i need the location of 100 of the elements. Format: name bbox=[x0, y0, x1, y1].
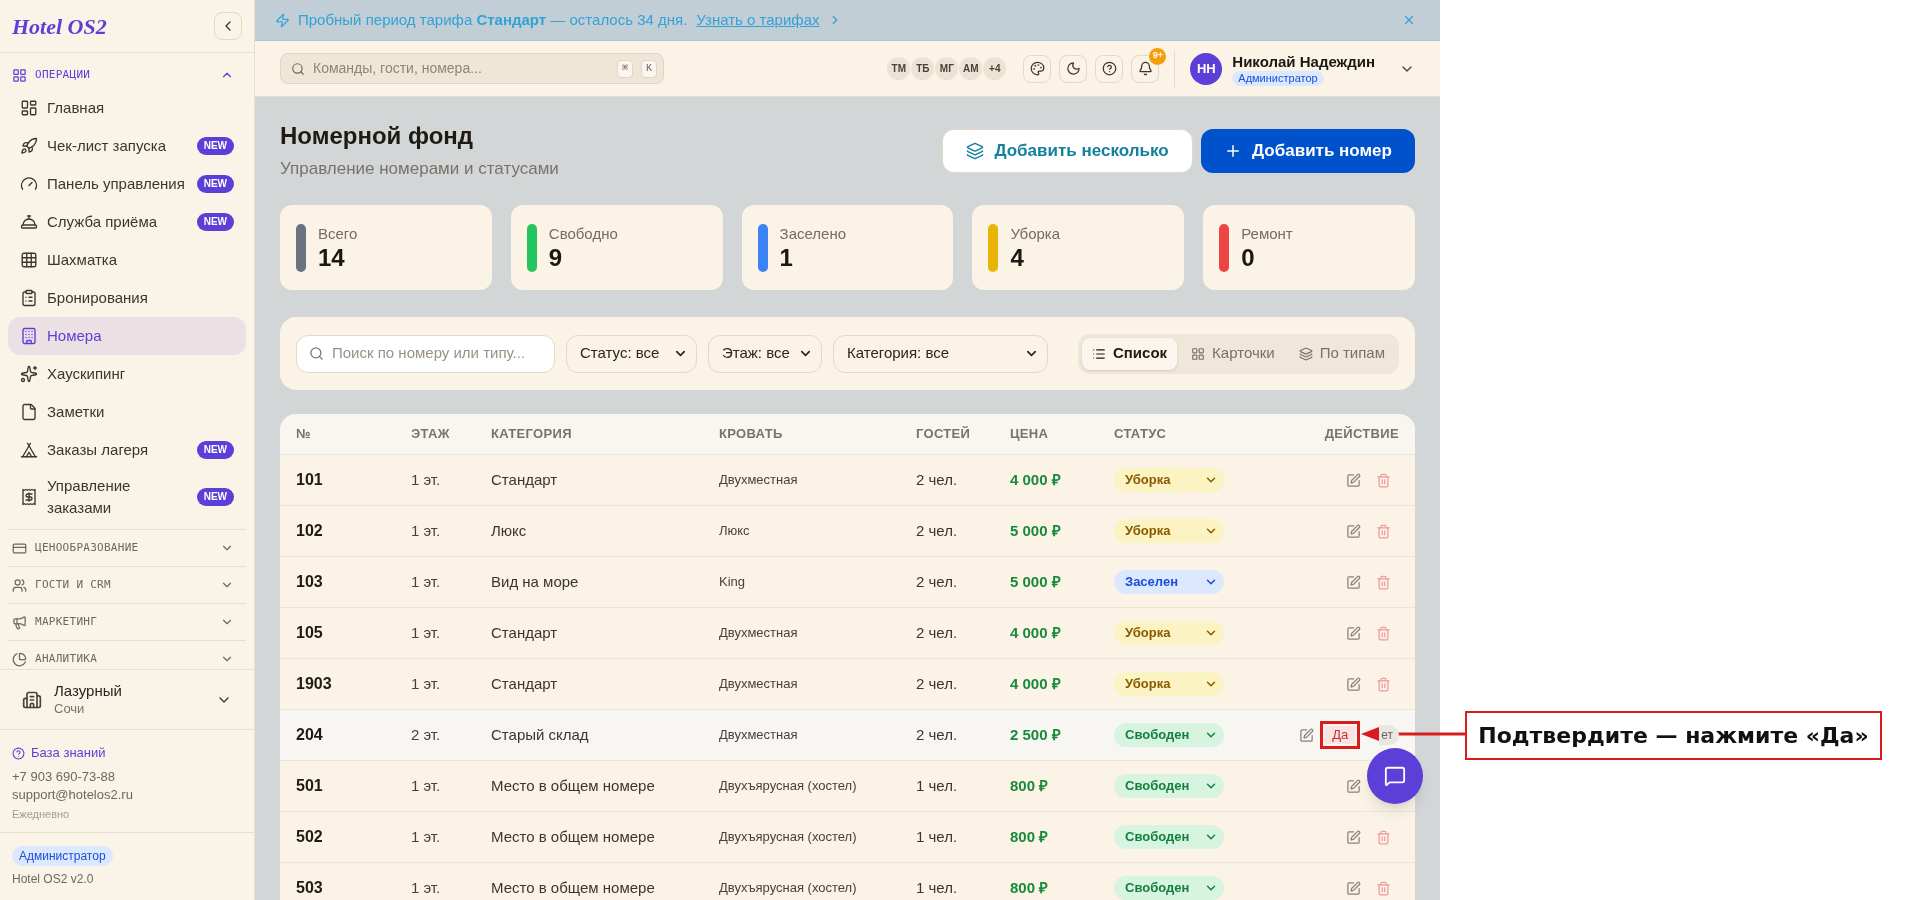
category-cell-text: Место в общем номере bbox=[491, 826, 655, 847]
room-number: 101 bbox=[296, 470, 323, 490]
sidebar-item[interactable]: Бронирования bbox=[8, 279, 246, 317]
add-multiple-button[interactable]: Добавить несколько bbox=[942, 129, 1193, 173]
filter-select[interactable]: Статус: все bbox=[566, 334, 697, 373]
edit-icon[interactable] bbox=[1346, 574, 1361, 590]
new-badge: NEW bbox=[196, 175, 234, 193]
room-search-input[interactable]: Поиск по номеру или типу... bbox=[332, 342, 546, 365]
sidebar-item[interactable]: Служба приёма NEW bbox=[8, 203, 246, 241]
sidebar-item[interactable]: Чек-лист запуска NEW bbox=[8, 127, 246, 165]
tent-icon bbox=[20, 441, 38, 459]
confirm-yes-button[interactable]: Да bbox=[1325, 726, 1356, 744]
sidebar-section-header[interactable]: ГОСТИ И CRM bbox=[8, 567, 246, 603]
status-select[interactable]: Уборка bbox=[1114, 519, 1224, 543]
help-button[interactable] bbox=[1095, 54, 1124, 83]
filter-select[interactable]: Этаж: все bbox=[708, 334, 822, 373]
sidebar-item[interactable]: Главная bbox=[8, 89, 246, 127]
theme-palette-button[interactable] bbox=[1023, 54, 1052, 83]
price-cell-text: 2 500 ₽ bbox=[1010, 724, 1061, 745]
stat-value: 0 bbox=[1241, 243, 1256, 272]
status-select[interactable]: Заселен bbox=[1114, 570, 1224, 594]
delete-icon[interactable] bbox=[1376, 523, 1391, 539]
edit-icon[interactable] bbox=[1346, 880, 1361, 896]
edit-icon[interactable] bbox=[1346, 523, 1361, 539]
sidebar-item[interactable]: Шахматка bbox=[8, 241, 246, 279]
search-icon bbox=[309, 346, 324, 361]
view-tab[interactable]: По типам bbox=[1288, 337, 1395, 370]
category-cell-text: Вид на море bbox=[491, 571, 579, 592]
status-select[interactable]: Уборка bbox=[1114, 468, 1224, 492]
delete-icon[interactable] bbox=[1376, 676, 1391, 692]
room-number: 503 bbox=[296, 878, 323, 898]
sidebar-section-header[interactable]: МАРКЕТИНГ bbox=[8, 604, 246, 640]
add-room-button[interactable]: Добавить номер bbox=[1201, 129, 1415, 173]
knowledge-base-link[interactable]: База знаний bbox=[12, 742, 242, 764]
hotel-selector[interactable]: Лазурный Сочи bbox=[0, 669, 254, 729]
support-email: support@hotelos2.ru bbox=[12, 786, 134, 804]
user-avatar[interactable]: АМ bbox=[959, 57, 983, 80]
delete-icon[interactable] bbox=[1376, 625, 1391, 641]
delete-icon[interactable] bbox=[1376, 829, 1391, 845]
guests-cell-text: 2 чел. bbox=[916, 571, 958, 592]
status-select[interactable]: Свободен bbox=[1114, 774, 1224, 798]
sidebar-section-header[interactable]: АНАЛИТИКА bbox=[8, 641, 246, 669]
filter-select[interactable]: Категория: все bbox=[833, 334, 1048, 373]
sidebar-item[interactable]: Заказы лагеря NEW bbox=[8, 431, 246, 469]
delete-icon[interactable] bbox=[1376, 574, 1391, 590]
room-number: 102 bbox=[296, 521, 323, 541]
help-icon bbox=[1101, 61, 1117, 76]
status-select[interactable]: Свободен bbox=[1114, 825, 1224, 849]
stat-label: Свободно bbox=[548, 223, 618, 244]
edit-icon[interactable] bbox=[1346, 829, 1361, 845]
user-avatar[interactable]: +4 bbox=[983, 57, 1007, 80]
view-tab[interactable]: Список bbox=[1081, 337, 1178, 370]
user-avatar[interactable]: МГ bbox=[935, 57, 959, 80]
sidebar-item[interactable]: Заметки bbox=[8, 393, 246, 431]
building-icon bbox=[22, 689, 42, 710]
lightning-icon bbox=[275, 12, 290, 28]
status-select[interactable]: Свободен bbox=[1114, 723, 1224, 747]
dark-mode-button[interactable] bbox=[1059, 54, 1088, 83]
status-select[interactable]: Свободен bbox=[1114, 876, 1224, 900]
floor-cell-text: 1 эт. bbox=[411, 520, 441, 541]
sidebar-item[interactable]: Панель управления NEW bbox=[8, 165, 246, 203]
edit-icon[interactable] bbox=[1299, 727, 1315, 743]
stat-value: 4 bbox=[1010, 243, 1025, 272]
status-select[interactable]: Уборка bbox=[1114, 672, 1224, 696]
support-hours: Ежедневно bbox=[12, 807, 71, 822]
category-cell-text: Место в общем номере bbox=[491, 877, 655, 898]
delete-icon[interactable] bbox=[1376, 472, 1391, 488]
close-icon[interactable] bbox=[1402, 13, 1416, 27]
sidebar-section-header[interactable]: ЦЕНООБРАЗОВАНИЕ bbox=[8, 530, 246, 566]
sidebar-item[interactable]: Хаускипинг bbox=[8, 355, 246, 393]
user-avatar[interactable]: НН bbox=[1190, 52, 1223, 85]
price-cell-text: 800 ₽ bbox=[1010, 826, 1049, 847]
edit-icon[interactable] bbox=[1346, 778, 1361, 794]
edit-icon[interactable] bbox=[1346, 625, 1361, 641]
floor-cell-text: 2 эт. bbox=[411, 724, 441, 745]
room-search-box[interactable]: Поиск по номеру или типу... bbox=[296, 334, 555, 373]
view-tab[interactable]: Карточки bbox=[1181, 337, 1285, 370]
delete-icon[interactable] bbox=[1376, 880, 1391, 896]
edit-icon[interactable] bbox=[1346, 472, 1361, 488]
user-avatar[interactable]: ТБ bbox=[911, 57, 935, 80]
pie-chart-icon bbox=[12, 651, 27, 667]
edit-icon[interactable] bbox=[1346, 676, 1361, 692]
user-avatar[interactable]: ТМ bbox=[887, 57, 911, 80]
price-cell-text: 800 ₽ bbox=[1010, 877, 1049, 898]
guests-cell-text: 2 чел. bbox=[916, 724, 958, 745]
app-version: Hotel OS2 v2.0 bbox=[12, 871, 94, 888]
status-select[interactable]: Уборка bbox=[1114, 621, 1224, 645]
sidebar-item[interactable]: Управление заказами NEW bbox=[8, 469, 246, 525]
floor-cell-text: 1 эт. bbox=[411, 469, 441, 490]
sidebar-item[interactable]: Номера bbox=[8, 317, 246, 355]
collapse-sidebar-button[interactable] bbox=[214, 12, 242, 40]
category-cell-text: Люкс bbox=[491, 520, 527, 541]
category-cell-text: Место в общем номере bbox=[491, 775, 655, 796]
user-name: Николай Надеждин bbox=[1232, 51, 1375, 71]
new-badge: NEW bbox=[196, 441, 234, 459]
confirm-no-button[interactable]: ет bbox=[1379, 725, 1399, 745]
command-search-input[interactable]: Команды, гости, номера... bbox=[313, 58, 609, 79]
sidebar-section-header[interactable]: ОПЕРАЦИИ bbox=[8, 61, 246, 89]
stat-value: 1 bbox=[779, 243, 794, 272]
command-search-box[interactable]: Команды, гости, номера... ⌘ K bbox=[280, 53, 664, 84]
